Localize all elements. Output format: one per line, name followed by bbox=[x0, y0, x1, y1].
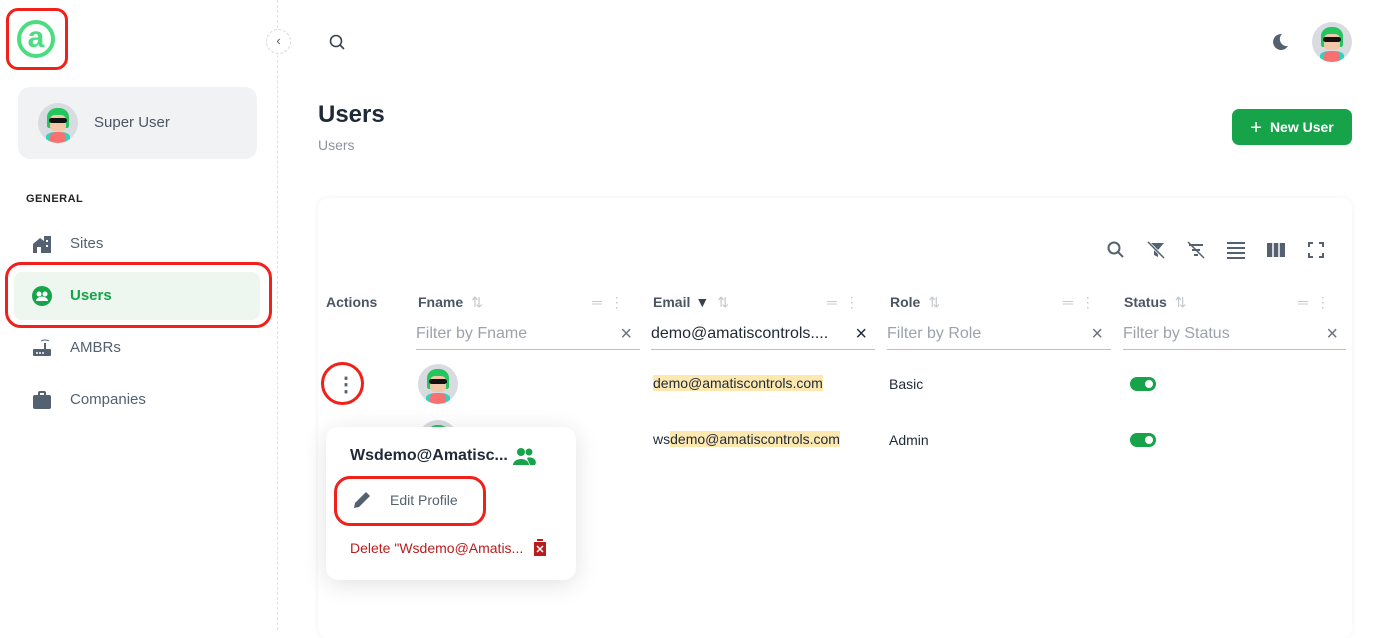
sidebar-item-sites[interactable]: Sites bbox=[14, 220, 260, 268]
annotation-highlight bbox=[334, 476, 486, 526]
plus-icon: + bbox=[1250, 117, 1262, 139]
column-label: Status bbox=[1124, 294, 1167, 310]
column-header-email[interactable]: Email ▼ ⇅ bbox=[653, 294, 729, 311]
sidebar-item-label: Sites bbox=[70, 235, 104, 252]
collapse-sidebar-button[interactable]: ‹ bbox=[266, 29, 291, 54]
delete-user-menu-item[interactable]: Delete "Wsdemo@Amatis... bbox=[350, 539, 547, 556]
clear-icon[interactable]: × bbox=[620, 322, 632, 346]
sidebar: a Super User GENERAL Sites Users AMBRs C… bbox=[0, 0, 278, 630]
moon-icon[interactable] bbox=[1270, 32, 1290, 52]
column-menu-icon[interactable]: ═ ⋮ bbox=[827, 294, 859, 311]
email-cell: wsdemo@amatiscontrols.com bbox=[653, 431, 840, 447]
user-card[interactable]: Super User bbox=[18, 87, 257, 159]
delete-label: Delete "Wsdemo@Amatis... bbox=[350, 540, 524, 556]
filter-icon: ▼ bbox=[695, 294, 710, 310]
annotation-highlight bbox=[5, 262, 272, 328]
column-menu-icon[interactable]: ═ ⋮ bbox=[592, 294, 624, 311]
column-header-fname[interactable]: Fname ⇅ bbox=[418, 294, 483, 311]
column-menu-icon[interactable]: ═ ⋮ bbox=[1298, 294, 1330, 311]
status-toggle[interactable] bbox=[1130, 377, 1156, 391]
filter-placeholder: Filter by Fname bbox=[416, 325, 528, 342]
briefcase-icon bbox=[33, 391, 51, 409]
section-label: GENERAL bbox=[26, 193, 84, 205]
column-label: Role bbox=[890, 294, 921, 310]
filter-value: demo@amatiscontrols.... bbox=[651, 325, 829, 342]
density-icon[interactable] bbox=[1226, 240, 1246, 260]
column-header-status[interactable]: Status ⇅ bbox=[1124, 294, 1187, 311]
column-header-role[interactable]: Role ⇅ bbox=[890, 294, 940, 311]
column-label: Email bbox=[653, 294, 691, 310]
sidebar-item-companies[interactable]: Companies bbox=[14, 376, 260, 424]
search-icon[interactable] bbox=[1106, 240, 1126, 260]
columns-icon[interactable] bbox=[1266, 240, 1286, 260]
fullscreen-icon[interactable] bbox=[1306, 240, 1326, 260]
status-toggle[interactable] bbox=[1130, 433, 1156, 447]
role-cell: Admin bbox=[889, 432, 929, 448]
chevron-left-icon: ‹ bbox=[276, 33, 281, 48]
avatar bbox=[38, 103, 78, 143]
filter-off-icon[interactable] bbox=[1146, 240, 1166, 260]
trash-icon bbox=[534, 539, 547, 556]
menu-title: Wsdemo@Amatisc... bbox=[350, 447, 508, 464]
fname-filter-input[interactable]: Filter by Fname × bbox=[416, 322, 640, 350]
status-filter-input[interactable]: Filter by Status × bbox=[1123, 322, 1346, 350]
clear-icon[interactable]: × bbox=[855, 322, 867, 346]
user-name: Super User bbox=[94, 114, 170, 131]
row-actions-menu: Wsdemo@Amatisc... Edit Profile Delete "W… bbox=[326, 427, 576, 580]
breadcrumb[interactable]: Users bbox=[318, 137, 355, 153]
annotation-highlight bbox=[321, 362, 364, 405]
users-icon bbox=[513, 448, 536, 465]
filter-list-off-icon[interactable] bbox=[1186, 240, 1206, 260]
email-filter-input[interactable]: demo@amatiscontrols.... × bbox=[651, 322, 875, 350]
filter-placeholder: Filter by Status bbox=[1123, 325, 1230, 342]
sidebar-item-label: Companies bbox=[70, 391, 146, 408]
sort-icon[interactable]: ⇅ bbox=[1175, 294, 1187, 310]
router-icon bbox=[33, 339, 51, 356]
new-user-label: New User bbox=[1269, 119, 1334, 135]
clear-icon[interactable]: × bbox=[1326, 322, 1338, 346]
header-avatar[interactable] bbox=[1312, 22, 1352, 62]
filter-placeholder: Filter by Role bbox=[887, 325, 982, 342]
sort-icon[interactable]: ⇅ bbox=[717, 294, 729, 310]
column-header-actions: Actions bbox=[326, 294, 378, 310]
annotation-highlight bbox=[6, 8, 68, 70]
page-title: Users bbox=[318, 101, 385, 128]
new-user-button[interactable]: + New User bbox=[1232, 109, 1352, 145]
role-cell: Basic bbox=[889, 376, 924, 392]
column-label: Fname bbox=[418, 294, 464, 310]
role-filter-input[interactable]: Filter by Role × bbox=[887, 322, 1111, 350]
sidebar-item-label: AMBRs bbox=[70, 339, 121, 356]
clear-icon[interactable]: × bbox=[1091, 322, 1103, 346]
avatar bbox=[418, 364, 458, 404]
column-menu-icon[interactable]: ═ ⋮ bbox=[1063, 294, 1095, 311]
email-cell: demo@amatiscontrols.com bbox=[653, 375, 823, 391]
sort-icon[interactable]: ⇅ bbox=[928, 294, 940, 310]
building-icon bbox=[33, 236, 51, 253]
sort-icon[interactable]: ⇅ bbox=[471, 294, 483, 310]
sidebar-item-ambrs[interactable]: AMBRs bbox=[14, 324, 260, 372]
search-icon[interactable] bbox=[328, 33, 346, 51]
